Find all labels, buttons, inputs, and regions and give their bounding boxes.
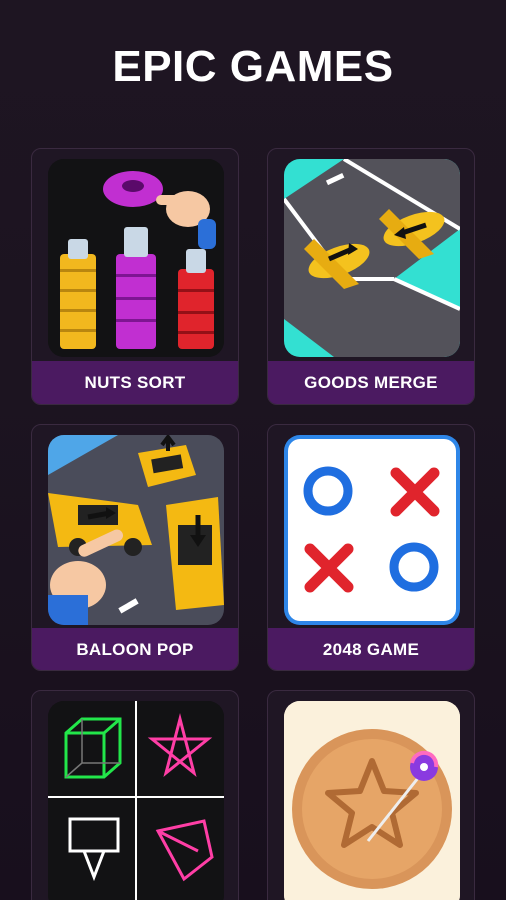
page-title: EPIC GAMES bbox=[112, 42, 394, 91]
game-card-goods-merge[interactable]: GOODS MERGE bbox=[267, 148, 475, 405]
game-card-nuts-sort[interactable]: NUTS SORT bbox=[31, 148, 239, 405]
game-label-baloon-pop: BALOON POP bbox=[32, 628, 238, 670]
game-card-baloon-pop[interactable]: BALOON POP bbox=[31, 424, 239, 671]
shape-drawing-icon bbox=[48, 701, 224, 900]
game-card-shapes[interactable] bbox=[31, 690, 239, 900]
game-label-2048-game: 2048 GAME bbox=[268, 628, 474, 670]
tic-tac-toe-icon bbox=[284, 435, 460, 625]
game-label-goods-merge: GOODS MERGE bbox=[268, 361, 474, 404]
planes-merge-icon bbox=[284, 159, 460, 357]
car-parking-icon bbox=[48, 435, 224, 625]
nuts-sort-icon bbox=[48, 159, 224, 357]
game-card-2048-game[interactable]: 2048 GAME bbox=[267, 424, 475, 671]
game-card-candy[interactable] bbox=[267, 690, 475, 900]
candy-cookie-icon bbox=[284, 701, 460, 900]
game-label-nuts-sort: NUTS SORT bbox=[32, 361, 238, 404]
